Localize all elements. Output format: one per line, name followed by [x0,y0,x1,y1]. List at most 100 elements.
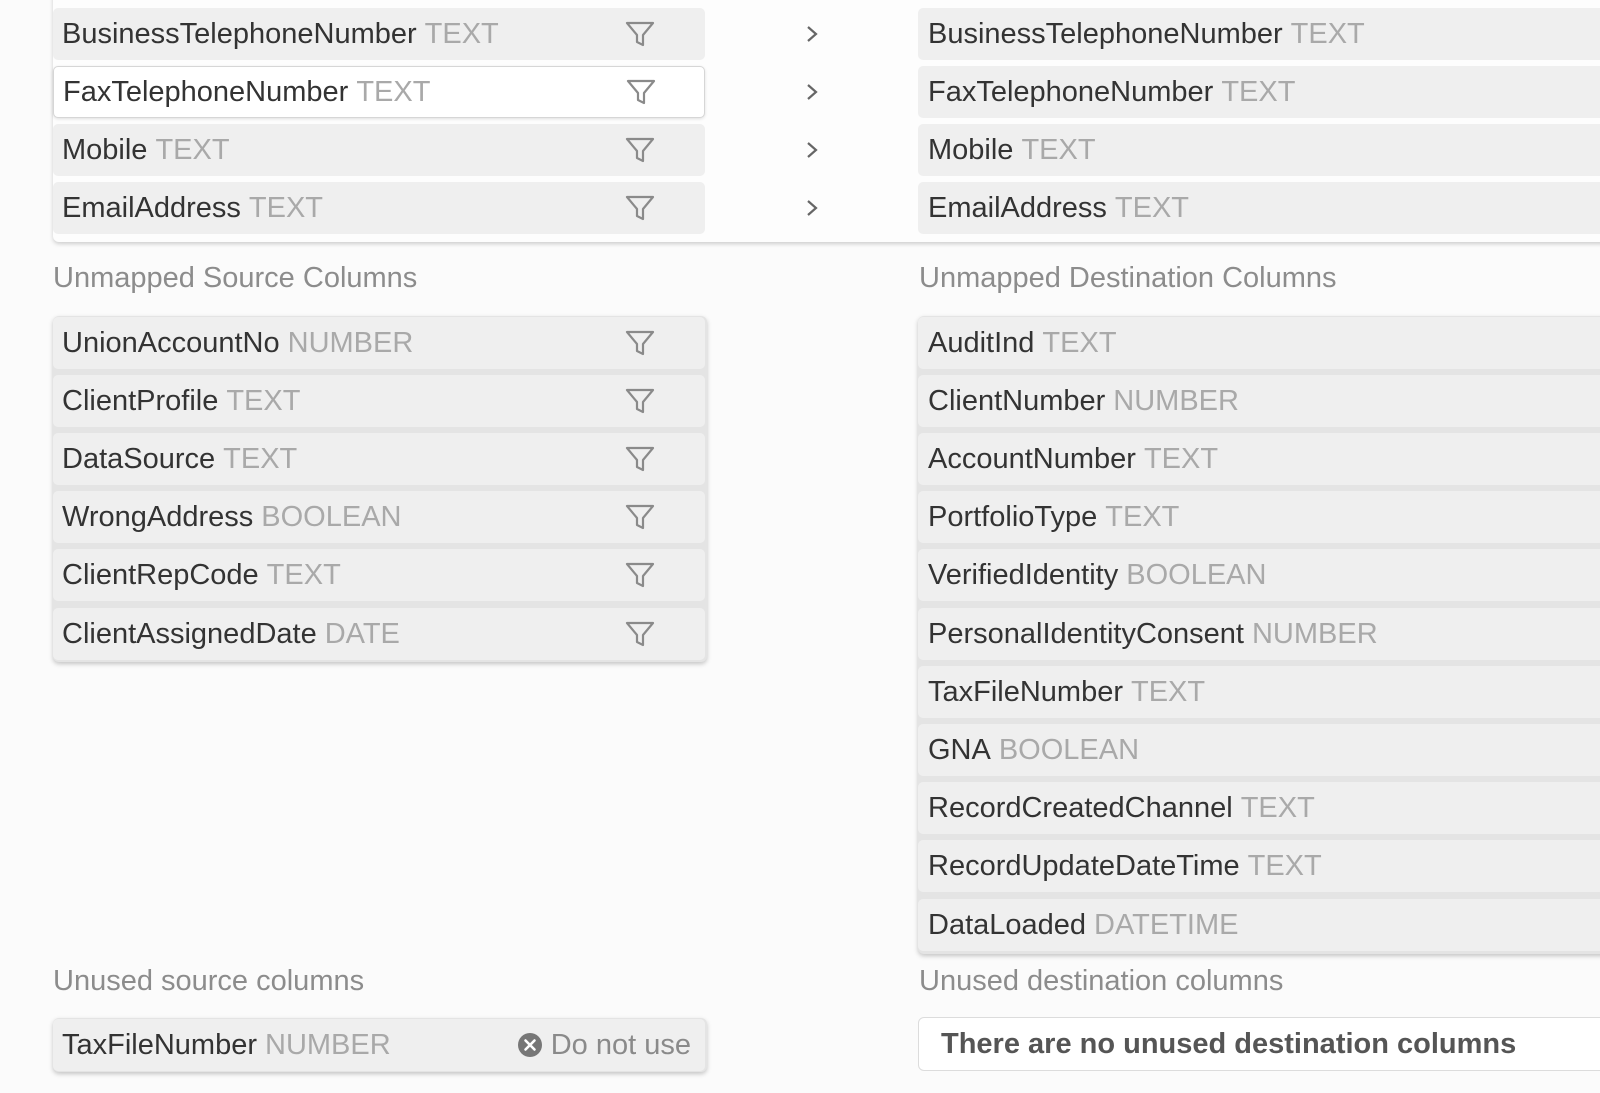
column-name: WrongAddress [62,500,254,533]
mapped-source-row[interactable]: EmailAddress TEXT [53,182,705,234]
column-type: TEXT [1240,791,1315,824]
column-type: TEXT [1021,133,1096,166]
column-name: Mobile [62,133,148,166]
filter-icon[interactable] [624,327,656,359]
filter-icon[interactable] [624,501,656,533]
unmapped-destination-row[interactable]: AuditInd TEXT [918,317,1600,369]
column-type: TEXT [356,75,431,108]
column-type: TEXT [1131,675,1206,708]
mapped-source-row-selected[interactable]: FaxTelephoneNumber TEXT [53,66,705,118]
unmapped-source-row[interactable]: UnionAccountNo NUMBER [53,317,705,369]
unmapped-destination-row[interactable]: DataLoaded DATETIME [918,899,1600,951]
chevron-right-icon[interactable] [803,196,821,220]
unused-destination-title: Unused destination columns [919,965,1284,997]
column-name: DataLoaded [928,908,1087,941]
column-name: BusinessTelephoneNumber [928,17,1283,50]
unmapped-source-row[interactable]: ClientRepCode TEXT [53,549,705,601]
filter-icon[interactable] [625,76,657,108]
column-name: TaxFileNumber [928,675,1123,708]
column-type: NUMBER [1251,617,1378,650]
filter-icon[interactable] [624,18,656,50]
column-name: RecordCreatedChannel [928,791,1233,824]
column-type: TEXT [1247,849,1322,882]
column-type: TEXT [226,384,301,417]
empty-message-text: There are no unused destination columns [941,1027,1517,1060]
column-type: TEXT [1114,191,1190,224]
column-type: DATE [324,617,400,650]
column-name: BusinessTelephoneNumber [62,17,417,50]
filter-icon[interactable] [624,385,656,417]
column-name: AccountNumber [928,442,1136,475]
column-name: ClientAssignedDate [62,617,317,650]
mapped-destination-row[interactable]: BusinessTelephoneNumber TEXT [918,8,1600,60]
unused-source-title: Unused source columns [53,965,365,997]
column-type: TEXT [155,133,230,166]
do-not-use-label: Do not use [550,1028,691,1061]
mapped-source-row[interactable]: Mobile TEXT [53,124,705,176]
filter-icon[interactable] [624,443,656,475]
filter-icon[interactable] [624,134,656,166]
column-name: EmailAddress [928,191,1107,224]
chevron-right-icon[interactable] [803,80,821,104]
unmapped-source-row[interactable]: ClientProfile TEXT [53,375,705,427]
mapped-source-row[interactable]: BusinessTelephoneNumber TEXT [53,8,705,60]
column-type: NUMBER [265,1028,391,1061]
column-name: ClientProfile [62,384,219,417]
column-type: NUMBER [287,326,414,359]
column-name: PortfolioType [928,500,1098,533]
column-name: FaxTelephoneNumber [63,75,349,108]
unmapped-destination-row[interactable]: AccountNumber TEXT [918,433,1600,485]
column-type: TEXT [223,442,298,475]
column-type: DATETIME [1094,908,1239,941]
column-type: TEXT [1221,75,1296,108]
unmapped-source-row[interactable]: DataSource TEXT [53,433,705,485]
column-type: TEXT [1105,500,1180,533]
column-name: Mobile [928,133,1014,166]
unmapped-destination-row[interactable]: PersonalIdentityConsent NUMBER [918,608,1600,660]
column-type: TEXT [266,558,341,591]
column-name: ClientRepCode [62,558,259,591]
unused-destination-empty-message: There are no unused destination columns [918,1017,1600,1071]
column-type: NUMBER [1113,384,1239,417]
column-name: GNA [928,733,991,766]
column-name: PersonalIdentityConsent [928,617,1244,650]
mapped-destination-row[interactable]: FaxTelephoneNumber TEXT [918,66,1600,118]
unmapped-destination-row[interactable]: RecordCreatedChannel TEXT [918,782,1600,834]
column-type: TEXT [1290,17,1365,50]
unmapped-source-row[interactable]: WrongAddress BOOLEAN [53,491,705,543]
column-name: ClientNumber [928,384,1106,417]
column-name: UnionAccountNo [62,326,280,359]
x-circle-icon [517,1033,542,1057]
column-type: BOOLEAN [998,733,1140,766]
column-name: FaxTelephoneNumber [928,75,1214,108]
unmapped-destination-row[interactable]: RecordUpdateDateTime TEXT [918,840,1600,892]
chevron-right-icon[interactable] [803,22,821,46]
filter-icon[interactable] [624,618,656,650]
unmapped-destination-row[interactable]: ClientNumber NUMBER [918,375,1600,427]
mapped-destination-row[interactable]: EmailAddress TEXT [918,182,1600,234]
unmapped-destination-title: Unmapped Destination Columns [919,262,1337,294]
chevron-right-icon[interactable] [803,138,821,162]
mapped-destination-row[interactable]: Mobile TEXT [918,124,1600,176]
column-type: BOOLEAN [1126,558,1267,591]
column-name: EmailAddress [62,191,241,224]
column-name: DataSource [62,442,216,475]
column-type: TEXT [1042,326,1117,359]
unmapped-destination-row[interactable]: GNA BOOLEAN [918,724,1600,776]
column-name: VerifiedIdentity [928,558,1119,591]
column-type: TEXT [248,191,324,224]
unmapped-destination-row[interactable]: TaxFileNumber TEXT [918,666,1600,718]
filter-icon[interactable] [624,192,656,224]
unused-source-row[interactable]: TaxFileNumber NUMBER Do not use [53,1019,705,1071]
unmapped-source-title: Unmapped Source Columns [53,262,418,294]
column-type: TEXT [1143,442,1219,475]
column-type: TEXT [424,17,499,50]
unmapped-destination-row[interactable]: PortfolioType TEXT [918,491,1600,543]
column-type: BOOLEAN [261,500,402,533]
unmapped-source-row[interactable]: ClientAssignedDate DATE [53,608,705,660]
filter-icon[interactable] [624,559,656,591]
column-name: AuditInd [928,326,1035,359]
do-not-use-button[interactable]: Do not use [517,1019,691,1071]
column-name: RecordUpdateDateTime [928,849,1240,882]
unmapped-destination-row[interactable]: VerifiedIdentity BOOLEAN [918,549,1600,601]
